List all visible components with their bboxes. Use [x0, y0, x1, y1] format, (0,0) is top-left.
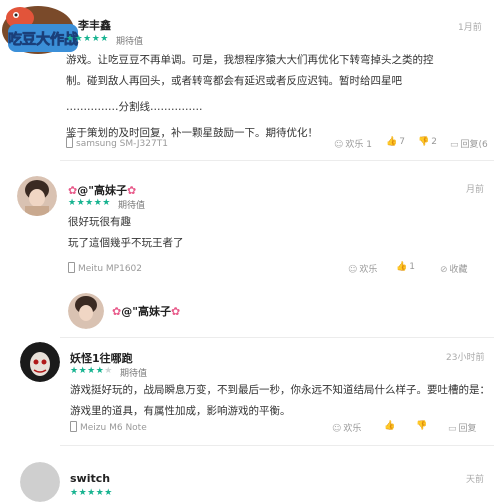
- post-time: 天前: [466, 475, 485, 485]
- phone-icon: [68, 262, 75, 273]
- thumbs-up-icon: 👍: [386, 137, 398, 147]
- smile-icon: ☺: [348, 265, 358, 275]
- fun-button[interactable]: ☺ 欢乐 1: [334, 137, 372, 150]
- device-label: samsung SM-J327T1: [66, 137, 168, 149]
- device-label: Meitu MP1602: [68, 262, 142, 274]
- rating-stars: ★★★★★: [66, 34, 109, 44]
- comment-icon: ▭: [448, 424, 457, 434]
- review-text: 很好玩很有趣 玩了這個幾乎不玩王者了: [68, 216, 184, 249]
- smile-icon: ☺: [332, 424, 342, 434]
- reviewer-name[interactable]: ✿@"高妹子✿: [68, 182, 136, 198]
- rating-stars: ★★★★★: [70, 488, 113, 498]
- reply-author[interactable]: ✿@"高妹子✿: [112, 303, 180, 319]
- comment-icon: ▭: [450, 140, 459, 150]
- fun-button[interactable]: ☺ 欢乐: [332, 421, 361, 434]
- post-time: 月前: [466, 185, 485, 195]
- device-label: Meizu M6 Note: [70, 421, 147, 433]
- review-text: 游戏。让吃豆豆不再单调。可是，我想程序猿大大们再优化下转弯掉头之类的控 制。碰到…: [66, 54, 434, 139]
- rating-stars: ★★★★★: [68, 198, 111, 208]
- flower-icon: ✿: [68, 184, 78, 197]
- thumbs-up-icon: 👍: [384, 421, 396, 431]
- reply-button[interactable]: ▭ 回复(6: [450, 137, 488, 150]
- phone-icon: [66, 137, 73, 148]
- expectation-tag: 期待值: [120, 369, 148, 379]
- avatar[interactable]: [17, 176, 57, 216]
- thumbs-down-icon: 👎: [418, 137, 430, 147]
- avatar[interactable]: [20, 462, 60, 502]
- like-button[interactable]: 👍: [384, 421, 397, 431]
- flower-icon: ✿: [112, 305, 122, 318]
- like-button[interactable]: 👍 7: [386, 137, 405, 147]
- dislike-button[interactable]: 👎: [416, 421, 429, 431]
- avatar[interactable]: [20, 342, 60, 382]
- dislike-button[interactable]: 👎 2: [418, 137, 437, 147]
- expectation-tag: 期待值: [116, 37, 144, 47]
- divider: [60, 445, 494, 446]
- reply-preview[interactable]: ✿@"高妹子✿: [60, 285, 494, 338]
- reply-button[interactable]: ▭ 回复: [448, 421, 477, 434]
- rating-stars: ★★★★★: [70, 366, 113, 376]
- like-button[interactable]: 👍 1: [396, 262, 415, 272]
- smile-icon: ☺: [334, 140, 344, 150]
- reviewer-name[interactable]: switch: [70, 472, 110, 485]
- review-text: 游戏挺好玩的，战局瞬息万变，不到最后一秒，你永远不知道结局什么样子。要吐槽的是：…: [70, 384, 490, 417]
- avatar[interactable]: [68, 293, 104, 329]
- bookmark-icon: ⊘: [440, 265, 448, 275]
- phone-icon: [70, 421, 77, 432]
- thumbs-up-icon: 👍: [396, 262, 408, 272]
- reviewer-name[interactable]: 妖怪1往哪跑: [70, 350, 133, 366]
- divider: [60, 160, 494, 161]
- thumbs-down-icon: 👎: [416, 421, 428, 431]
- post-time: 23小时前: [446, 353, 485, 363]
- expectation-tag: 期待值: [118, 201, 146, 211]
- flower-icon: ✿: [170, 305, 181, 318]
- reviewer-name[interactable]: 李丰鑫: [78, 17, 111, 33]
- flower-icon: ✿: [126, 184, 137, 197]
- post-time: 1月前: [458, 23, 482, 33]
- fun-button[interactable]: ☺ 欢乐: [348, 262, 377, 275]
- collect-button[interactable]: ⊘ 收藏: [440, 262, 468, 275]
